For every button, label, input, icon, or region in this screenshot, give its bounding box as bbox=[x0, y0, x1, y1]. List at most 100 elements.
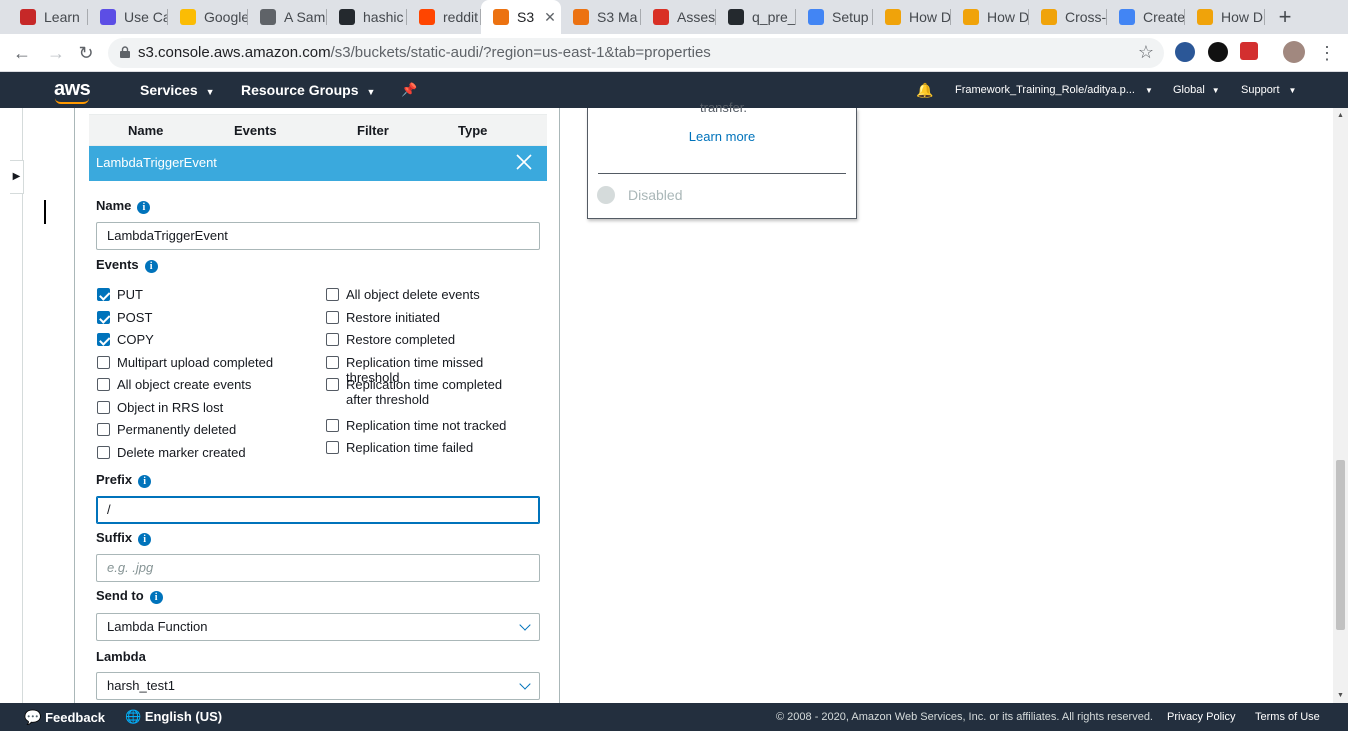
browser-tab[interactable]: How D bbox=[873, 0, 951, 34]
back-button[interactable]: ← bbox=[9, 40, 35, 66]
scroll-down-icon[interactable]: ▼ bbox=[1337, 692, 1344, 699]
bell-icon[interactable]: 🔔 bbox=[916, 82, 933, 99]
checkbox-unchecked-icon[interactable] bbox=[326, 419, 339, 432]
status-radio[interactable] bbox=[597, 186, 615, 204]
browser-tab[interactable]: S3 Ma bbox=[561, 0, 641, 34]
browser-tab[interactable]: Setup bbox=[796, 0, 873, 34]
event-checkbox[interactable]: Permanently deleted bbox=[97, 422, 236, 437]
selected-event-row[interactable]: LambdaTriggerEvent bbox=[89, 146, 547, 181]
support-menu[interactable]: Support ▼ bbox=[1241, 84, 1296, 96]
browser-tab[interactable]: Learn bbox=[8, 0, 88, 34]
transfer-acceleration-card: transfer. Learn more Disabled bbox=[587, 100, 857, 219]
profile-avatar[interactable] bbox=[1283, 41, 1305, 63]
checkbox-unchecked-icon[interactable] bbox=[97, 378, 110, 391]
info-icon[interactable]: i bbox=[138, 533, 152, 546]
event-checkbox[interactable]: Restore initiated bbox=[326, 310, 531, 325]
checkbox-checked-icon[interactable] bbox=[97, 288, 110, 301]
browser-tab[interactable]: S3 ✕ bbox=[481, 0, 561, 34]
info-icon[interactable]: i bbox=[138, 475, 152, 488]
pin-icon[interactable]: 📌 bbox=[401, 82, 417, 98]
column-header-type[interactable]: Type bbox=[458, 123, 487, 138]
new-tab-button[interactable]: + bbox=[1272, 3, 1298, 31]
column-header-filter[interactable]: Filter bbox=[357, 123, 389, 138]
reload-button[interactable]: ↻ bbox=[73, 40, 99, 66]
terms-of-use-link[interactable]: Terms of Use bbox=[1255, 711, 1320, 723]
event-checkbox[interactable]: All object create events bbox=[97, 377, 251, 392]
checkbox-unchecked-icon[interactable] bbox=[326, 356, 339, 369]
event-checkbox[interactable]: PUT bbox=[97, 287, 143, 302]
bookmark-star-icon[interactable]: ☆ bbox=[1138, 42, 1154, 63]
checkbox-unchecked-icon[interactable] bbox=[326, 378, 339, 391]
event-checkbox[interactable]: Multipart upload completed bbox=[97, 355, 273, 370]
event-checkbox[interactable]: COPY bbox=[97, 332, 154, 347]
url-text: s3.console.aws.amazon.com/s3/buckets/sta… bbox=[138, 44, 711, 61]
resource-groups-menu[interactable]: Resource Groups ▼ bbox=[241, 82, 375, 98]
event-checkbox[interactable]: Replication time failed bbox=[326, 440, 531, 455]
event-checkbox[interactable]: Replication time completed after thresho… bbox=[326, 377, 531, 407]
lambda-value: harsh_test1 bbox=[107, 678, 175, 693]
checkbox-unchecked-icon[interactable] bbox=[97, 401, 110, 414]
browser-tab[interactable]: reddit bbox=[407, 0, 481, 34]
learn-more-link[interactable]: Learn more bbox=[588, 129, 856, 144]
tab-title: How D bbox=[1221, 9, 1264, 25]
browser-tab[interactable]: Assess bbox=[641, 0, 716, 34]
lambda-select[interactable]: harsh_test1 bbox=[96, 672, 540, 700]
checkbox-unchecked-icon[interactable] bbox=[326, 288, 339, 301]
browser-tab[interactable]: How D bbox=[951, 0, 1029, 34]
close-icon[interactable] bbox=[515, 153, 533, 171]
event-checkbox[interactable]: Delete marker created bbox=[97, 445, 246, 460]
scrollbar-thumb[interactable] bbox=[1336, 460, 1345, 630]
tab-favicon-icon bbox=[180, 9, 196, 25]
scroll-up-icon[interactable]: ▲ bbox=[1337, 112, 1344, 119]
browser-tab[interactable]: q_pre_ bbox=[716, 0, 796, 34]
event-checkbox[interactable]: Replication time not tracked bbox=[326, 418, 531, 433]
page-scrollbar[interactable]: ▲ ▼ bbox=[1333, 108, 1348, 703]
checkbox-unchecked-icon[interactable] bbox=[97, 423, 110, 436]
event-checkbox[interactable]: Restore completed bbox=[326, 332, 531, 347]
info-icon[interactable]: i bbox=[144, 260, 158, 273]
account-menu[interactable]: Framework_Training_Role/aditya.p... ▼ bbox=[955, 84, 1153, 96]
info-icon[interactable]: i bbox=[149, 591, 163, 604]
events-table-header: Name Events Filter Type bbox=[89, 114, 547, 146]
expand-nav-button[interactable]: ▶ bbox=[10, 160, 24, 194]
address-bar[interactable]: s3.console.aws.amazon.com/s3/buckets/sta… bbox=[108, 38, 1164, 68]
extension-icon[interactable] bbox=[1175, 42, 1195, 62]
extension-icon[interactable] bbox=[1208, 42, 1228, 62]
tab-title: q_pre_ bbox=[752, 9, 796, 25]
send-to-value: Lambda Function bbox=[107, 619, 208, 634]
browser-tab[interactable]: Google bbox=[168, 0, 248, 34]
close-tab-icon[interactable]: ✕ bbox=[544, 9, 556, 26]
region-menu[interactable]: Global ▼ bbox=[1173, 84, 1220, 96]
send-to-select[interactable]: Lambda Function bbox=[96, 613, 540, 641]
checkbox-unchecked-icon[interactable] bbox=[326, 333, 339, 346]
forward-button[interactable]: → bbox=[43, 40, 69, 66]
privacy-policy-link[interactable]: Privacy Policy bbox=[1167, 711, 1235, 723]
feedback-button[interactable]: 💬 Feedback bbox=[24, 709, 105, 726]
checkbox-checked-icon[interactable] bbox=[97, 311, 110, 324]
event-checkbox[interactable]: POST bbox=[97, 310, 152, 325]
name-label: Name i bbox=[96, 198, 151, 214]
checkbox-unchecked-icon[interactable] bbox=[326, 311, 339, 324]
event-checkbox[interactable]: All object delete events bbox=[326, 287, 531, 302]
checkbox-unchecked-icon[interactable] bbox=[97, 356, 110, 369]
language-selector[interactable]: 🌐 English (US) bbox=[125, 709, 222, 725]
browser-tab[interactable]: Create bbox=[1107, 0, 1185, 34]
browser-tab[interactable]: How D bbox=[1185, 0, 1265, 34]
cors-extension-icon[interactable] bbox=[1240, 42, 1258, 60]
name-input[interactable]: LambdaTriggerEvent bbox=[96, 222, 540, 250]
checkbox-unchecked-icon[interactable] bbox=[326, 441, 339, 454]
column-header-events[interactable]: Events bbox=[234, 123, 277, 138]
info-icon[interactable]: i bbox=[137, 201, 151, 214]
checkbox-unchecked-icon[interactable] bbox=[97, 446, 110, 459]
checkbox-checked-icon[interactable] bbox=[97, 333, 110, 346]
browser-tab[interactable]: A Sam bbox=[248, 0, 327, 34]
suffix-input[interactable]: e.g. .jpg bbox=[96, 554, 540, 582]
services-menu[interactable]: Services ▼ bbox=[140, 82, 215, 98]
browser-menu-icon[interactable]: ⋮ bbox=[1314, 40, 1340, 66]
browser-tab[interactable]: hashic bbox=[327, 0, 407, 34]
browser-tab[interactable]: Use Ca bbox=[88, 0, 168, 34]
browser-tab[interactable]: Cross- bbox=[1029, 0, 1107, 34]
event-checkbox[interactable]: Object in RRS lost bbox=[97, 400, 223, 415]
prefix-input[interactable]: / bbox=[96, 496, 540, 524]
column-header-name[interactable]: Name bbox=[128, 123, 163, 138]
